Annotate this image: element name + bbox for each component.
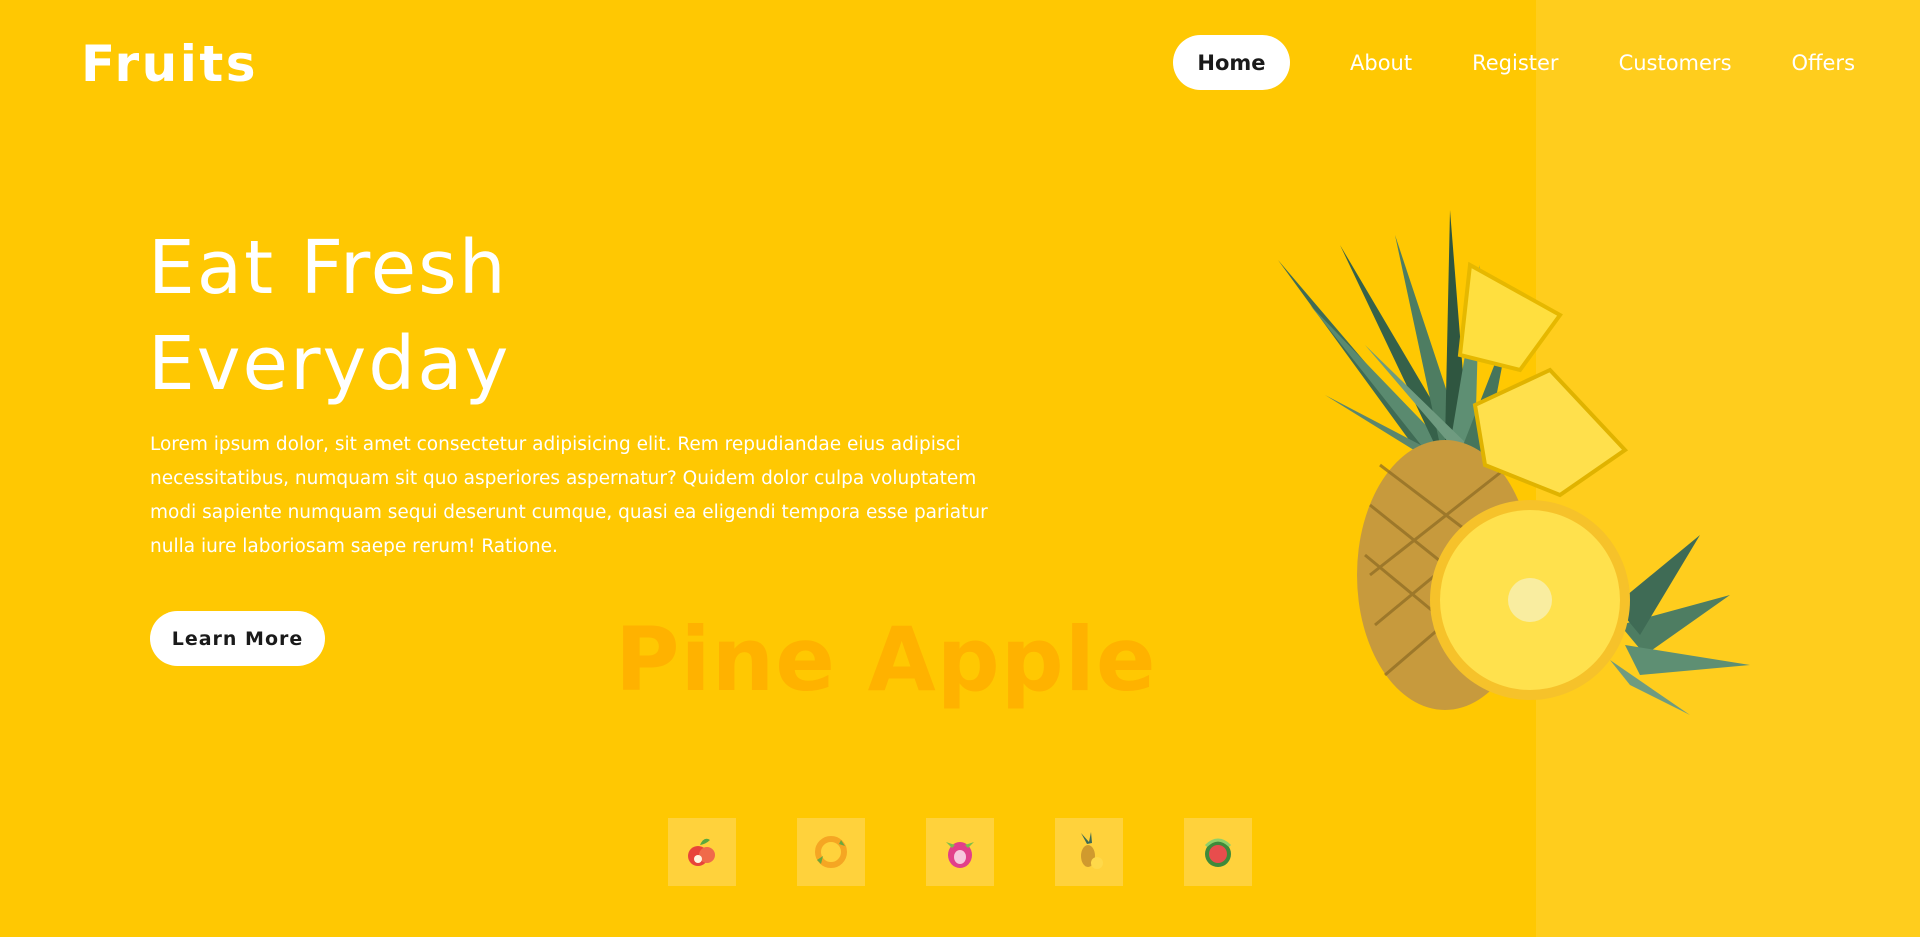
brand-logo[interactable]: Fruits — [81, 34, 258, 94]
orange-slices-icon — [815, 836, 847, 868]
dragon-fruit-icon — [946, 842, 974, 868]
nav-home[interactable]: Home — [1173, 35, 1290, 90]
main-nav: Home About Register Customers Offers — [1173, 35, 1855, 90]
nav-offers[interactable]: Offers — [1792, 35, 1856, 90]
thumbnail-watermelon[interactable] — [1184, 818, 1252, 886]
thumbnail-dragon-fruit[interactable] — [926, 818, 994, 886]
hero-title: Eat Fresh Everyday — [148, 220, 510, 412]
fruit-thumbnail-list — [668, 818, 1252, 886]
pineapple-icon — [1081, 832, 1103, 869]
pineapple-leaves-right — [1610, 535, 1750, 715]
nav-about[interactable]: About — [1350, 35, 1412, 90]
hero-description: Lorem ipsum dolor, sit amet consectetur … — [150, 434, 988, 557]
pineapple-slice-core — [1508, 578, 1552, 622]
watermelon-icon — [1204, 838, 1232, 867]
hero-title-line-2: Everyday — [148, 321, 511, 407]
thumbnail-orange[interactable] — [797, 818, 865, 886]
pineapple-illustration — [1278, 210, 1750, 715]
nav-customers[interactable]: Customers — [1619, 35, 1732, 90]
thumbnail-pineapple[interactable] — [1055, 818, 1123, 886]
thumbnail-apple[interactable] — [668, 818, 736, 886]
nav-register[interactable]: Register — [1472, 35, 1558, 90]
fruit-name-watermark: Pine Apple — [615, 608, 1157, 711]
apple-icon — [688, 838, 715, 866]
pineapple-wedge-top — [1457, 261, 1563, 373]
learn-more-button[interactable]: Learn More — [150, 611, 325, 666]
hero-title-line-1: Eat Fresh — [148, 225, 508, 311]
